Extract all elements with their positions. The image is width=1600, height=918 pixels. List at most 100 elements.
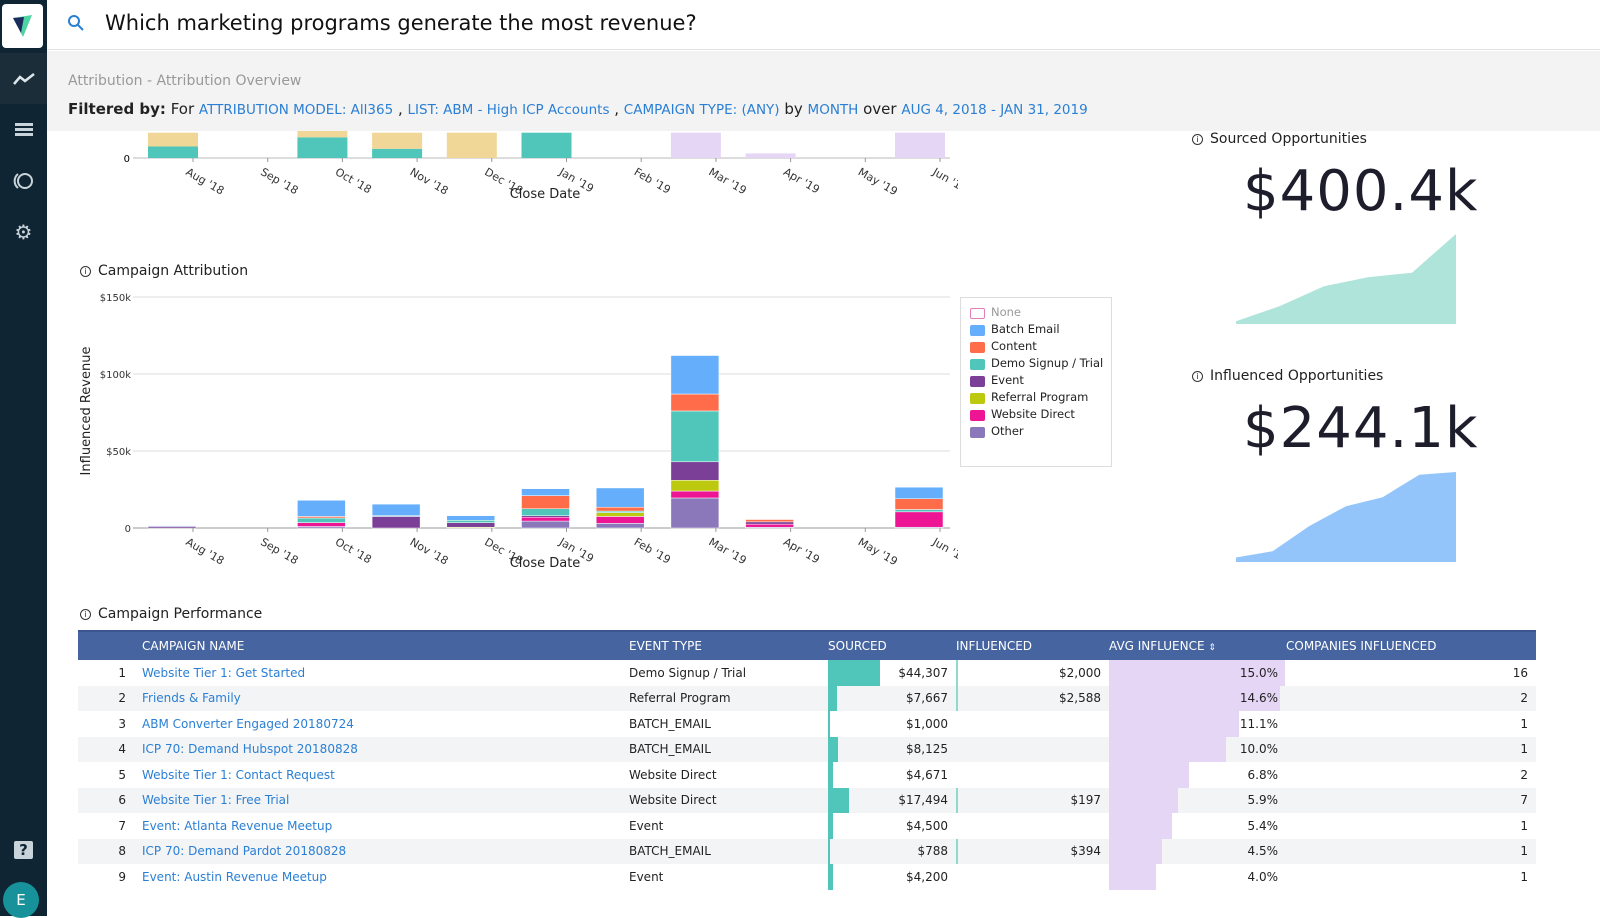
x-tick-label: Feb '19	[632, 535, 673, 566]
breadcrumb[interactable]: Attribution - Attribution Overview	[68, 73, 301, 89]
campaign-link[interactable]: Website Tier 1: Contact Request	[142, 768, 335, 782]
campaign-link[interactable]: Website Tier 1: Free Trial	[142, 793, 289, 807]
legend-swatch	[970, 427, 985, 438]
x-tick-label: Aug '18	[184, 165, 227, 197]
campaign-link[interactable]: ICP 70: Demand Pardot 20180828	[142, 844, 346, 858]
table-row[interactable]: 6 Website Tier 1: Free Trial Website Dir…	[78, 787, 1536, 813]
bar-segment-demo-signup-trial	[521, 508, 570, 516]
table-row[interactable]: 5 Website Tier 1: Contact Request Websit…	[78, 762, 1536, 788]
row-number: 3	[118, 716, 126, 731]
campaign-link[interactable]: ICP 70: Demand Hubspot 20180828	[142, 742, 358, 756]
column-header[interactable]: COMPANIES INFLUENCED	[1286, 630, 1536, 660]
table-row[interactable]: 9 Event: Austin Revenue Meetup Event $4,…	[78, 864, 1536, 890]
legend-item[interactable]: None	[970, 306, 1111, 319]
dashboard: 0 Aug '18 Sep '18 Oct '18 Nov '18 Dec '18 Jan …	[58, 131, 1600, 916]
column-header[interactable]: CAMPAIGN NAME	[142, 630, 629, 660]
table-row[interactable]: 3 ABM Converter Engaged 20180724 BATCH_E…	[78, 711, 1536, 737]
logo-icon[interactable]	[2, 4, 43, 48]
legend-item[interactable]: Demo Signup / Trial	[970, 357, 1111, 370]
gear-icon[interactable]: ⚙	[0, 206, 47, 257]
legend-item[interactable]: Other	[970, 425, 1111, 438]
search-bar[interactable]: Which marketing programs generate the mo…	[47, 0, 1600, 50]
filter-model[interactable]: ATTRIBUTION MODEL: All365	[199, 102, 393, 118]
x-tick-label: Sep '18	[258, 165, 300, 197]
x-tick-label: Apr '19	[781, 535, 822, 566]
bar-segment-website-direct	[670, 490, 720, 499]
bar-segment-website-direct	[894, 511, 944, 528]
table-row[interactable]: 8 ICP 70: Demand Pardot 20180828 BATCH_E…	[78, 838, 1536, 864]
bar-segment-batch-email	[371, 503, 421, 516]
table-row[interactable]: 7 Event: Atlanta Revenue Meetup Event $4…	[78, 813, 1536, 839]
bar-segment	[297, 131, 348, 138]
column-header[interactable]: SOURCED	[828, 630, 956, 660]
legend-item[interactable]: Batch Email	[970, 323, 1111, 336]
campaign-link[interactable]: Event: Austin Revenue Meetup	[142, 870, 327, 884]
campaign-attribution-chart: 0 $50k $100k $150k Influenced Revenue Aug '18…	[79, 293, 958, 571]
legend-item[interactable]: Event	[970, 374, 1111, 387]
column-header-label: SOURCED	[828, 639, 887, 653]
companies-cell: 1	[1520, 869, 1528, 884]
legend-item[interactable]: Website Direct	[970, 408, 1111, 421]
info-icon[interactable]: i	[80, 266, 91, 277]
orbit-icon[interactable]	[0, 155, 47, 206]
y-axis-label: Influenced Revenue	[79, 347, 94, 476]
influenced-cell	[956, 864, 1109, 890]
x-tick-label: Mar '19	[706, 535, 748, 567]
table-row[interactable]: 1 Website Tier 1: Get Started Demo Signu…	[78, 660, 1536, 686]
column-header[interactable]: INFLUENCED	[956, 630, 1109, 660]
influenced-cell: $394	[956, 838, 1109, 864]
table-row[interactable]: 2 Friends & Family Referral Program $7,6…	[78, 685, 1536, 711]
campaign-performance-table: CAMPAIGN NAME EVENT TYPE SOURCED INFLUENCED…	[78, 630, 1536, 890]
column-header[interactable]: AVG INFLUENCE ⇕	[1109, 630, 1286, 660]
search-query[interactable]: Which marketing programs generate the mo…	[105, 11, 697, 35]
sourced-cell: $4,671	[828, 762, 956, 788]
influenced-cell: $2,588	[956, 685, 1109, 711]
event-type: Event	[629, 818, 664, 833]
bar-segment	[521, 132, 572, 158]
legend-item[interactable]: Referral Program	[970, 391, 1111, 404]
sort-icon[interactable]: ⇕	[1208, 643, 1216, 653]
campaign-link[interactable]: Event: Atlanta Revenue Meetup	[142, 819, 332, 833]
table-row[interactable]: 4 ICP 70: Demand Hubspot 20180828 BATCH_…	[78, 736, 1536, 762]
companies-cell: 2	[1520, 767, 1528, 782]
y-tick-label: 0	[124, 154, 130, 165]
kpi-influenced-title: i Influenced Opportunities	[1192, 368, 1383, 384]
avg-influence-cell: 6.8%	[1109, 762, 1286, 788]
sourced-cell: $8,125	[828, 736, 956, 762]
column-header-label: AVG INFLUENCE	[1109, 639, 1205, 653]
companies-cell: 7	[1286, 787, 1536, 813]
event-type: BATCH_EMAIL	[629, 838, 828, 864]
info-icon[interactable]: i	[1192, 134, 1203, 145]
legend-swatch	[970, 359, 985, 370]
bar-segment-batch-email	[595, 487, 645, 508]
filter-period[interactable]: MONTH	[808, 102, 859, 118]
sourced-cell: $1,000	[828, 711, 956, 737]
filter-for: For	[170, 100, 195, 118]
filter-campaign-type[interactable]: CAMPAIGN TYPE: (ANY)	[624, 102, 780, 118]
event-type: Event	[629, 869, 664, 884]
campaign-link[interactable]: ABM Converter Engaged 20180724	[142, 717, 354, 731]
legend-label: Referral Program	[991, 390, 1089, 404]
filters: Filtered by: For ATTRIBUTION MODEL: All3…	[68, 100, 1088, 118]
kpi-sourced-title: i Sourced Opportunities	[1192, 131, 1367, 147]
influenced-cell	[956, 711, 1109, 737]
bar-segment-batch-email	[521, 488, 570, 496]
filter-range[interactable]: AUG 4, 2018 - JAN 31, 2019	[901, 102, 1087, 118]
avg-influence-cell: 10.0%	[1109, 736, 1286, 762]
bar-segment	[745, 153, 796, 158]
avatar[interactable]: E	[3, 882, 39, 918]
campaign-link[interactable]: Website Tier 1: Get Started	[142, 666, 305, 680]
bar-segment	[297, 137, 348, 158]
x-tick-label: Nov '18	[408, 165, 451, 197]
sourced-cell: $4,200	[828, 864, 956, 890]
filter-list[interactable]: LIST: ABM - High ICP Accounts	[408, 102, 610, 118]
campaign-link[interactable]: Friends & Family	[142, 691, 241, 705]
list-icon[interactable]	[0, 104, 47, 155]
help-icon[interactable]: ?	[0, 824, 47, 875]
legend-item[interactable]: Content	[970, 340, 1111, 353]
trend-icon[interactable]	[0, 53, 47, 104]
column-header[interactable]	[78, 630, 142, 660]
info-icon[interactable]: i	[80, 609, 91, 620]
column-header[interactable]: EVENT TYPE	[629, 630, 828, 660]
info-icon[interactable]: i	[1192, 371, 1203, 382]
